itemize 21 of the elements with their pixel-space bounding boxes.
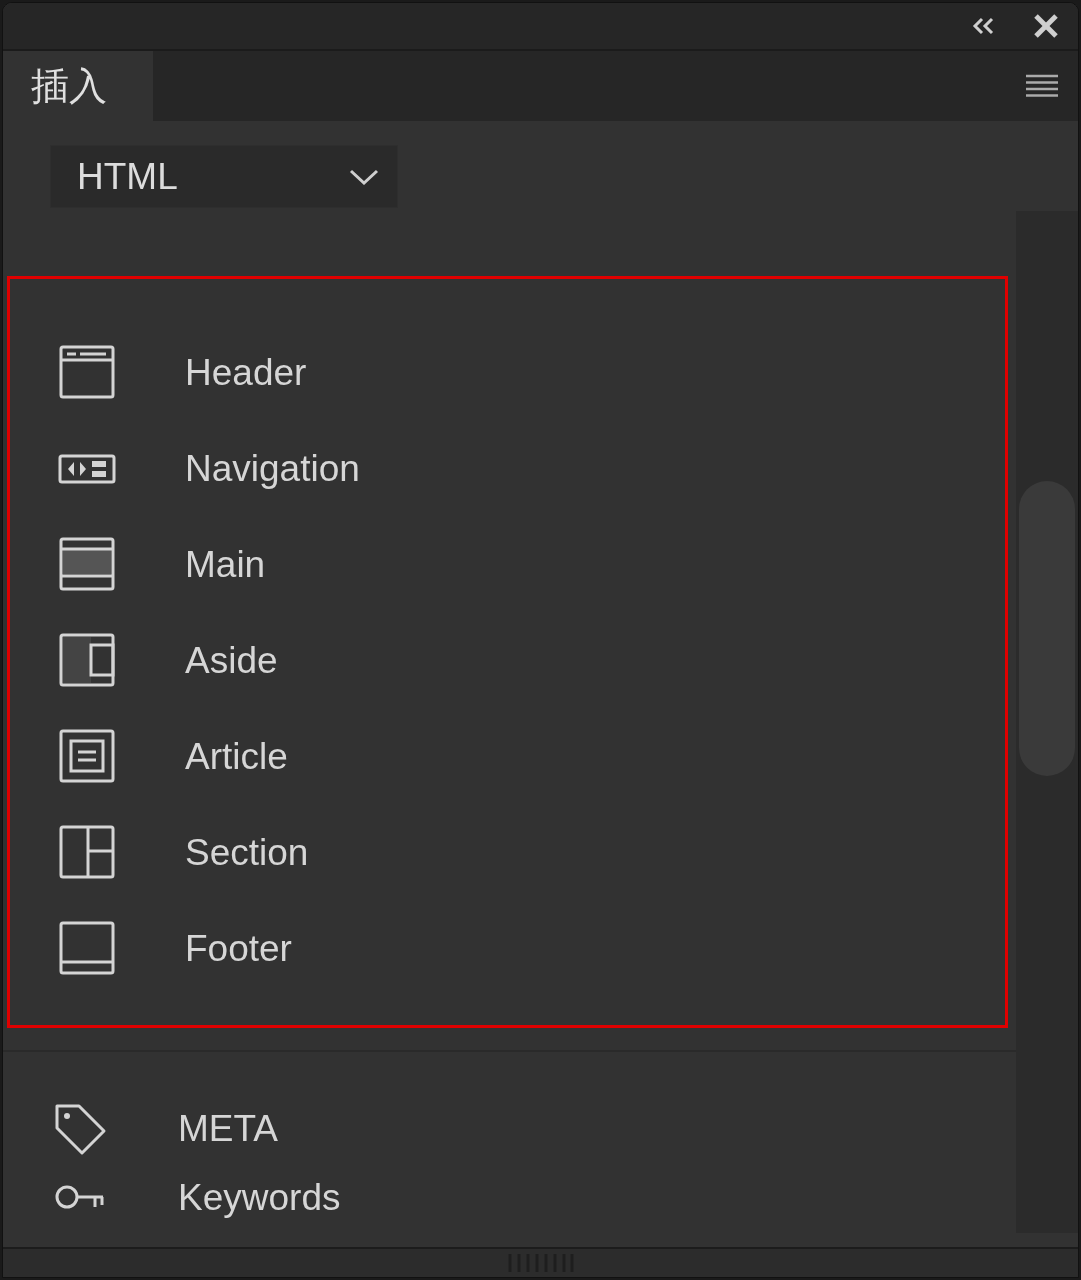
insert-item-label[interactable]: Header [185, 353, 307, 391]
header-layout-icon [58, 344, 116, 400]
footer-layout-icon [58, 920, 116, 976]
insert-item-label[interactable]: Aside [185, 641, 278, 679]
chevron-down-icon [349, 168, 379, 185]
main-layout-icon [58, 536, 116, 592]
menu-icon[interactable] [1026, 74, 1058, 98]
category-dropdown[interactable]: HTML [50, 145, 398, 208]
insert-item-label[interactable]: META [178, 1109, 279, 1147]
insert-item-label[interactable]: Section [185, 833, 309, 871]
aside-layout-icon [58, 632, 116, 688]
close-icon[interactable] [1032, 12, 1060, 40]
insert-item-label[interactable]: Article [185, 737, 288, 775]
insert-item-label[interactable]: Main [185, 545, 266, 583]
collapse-icon[interactable] [970, 16, 996, 36]
insert-item-label[interactable]: Footer [185, 929, 292, 967]
panel-tab[interactable]: 插入 [3, 51, 153, 121]
article-layout-icon [58, 728, 116, 784]
insert-item-label[interactable]: Keywords [178, 1178, 341, 1216]
section-layout-icon [58, 824, 116, 880]
insert-item-label[interactable]: Navigation [185, 449, 360, 487]
